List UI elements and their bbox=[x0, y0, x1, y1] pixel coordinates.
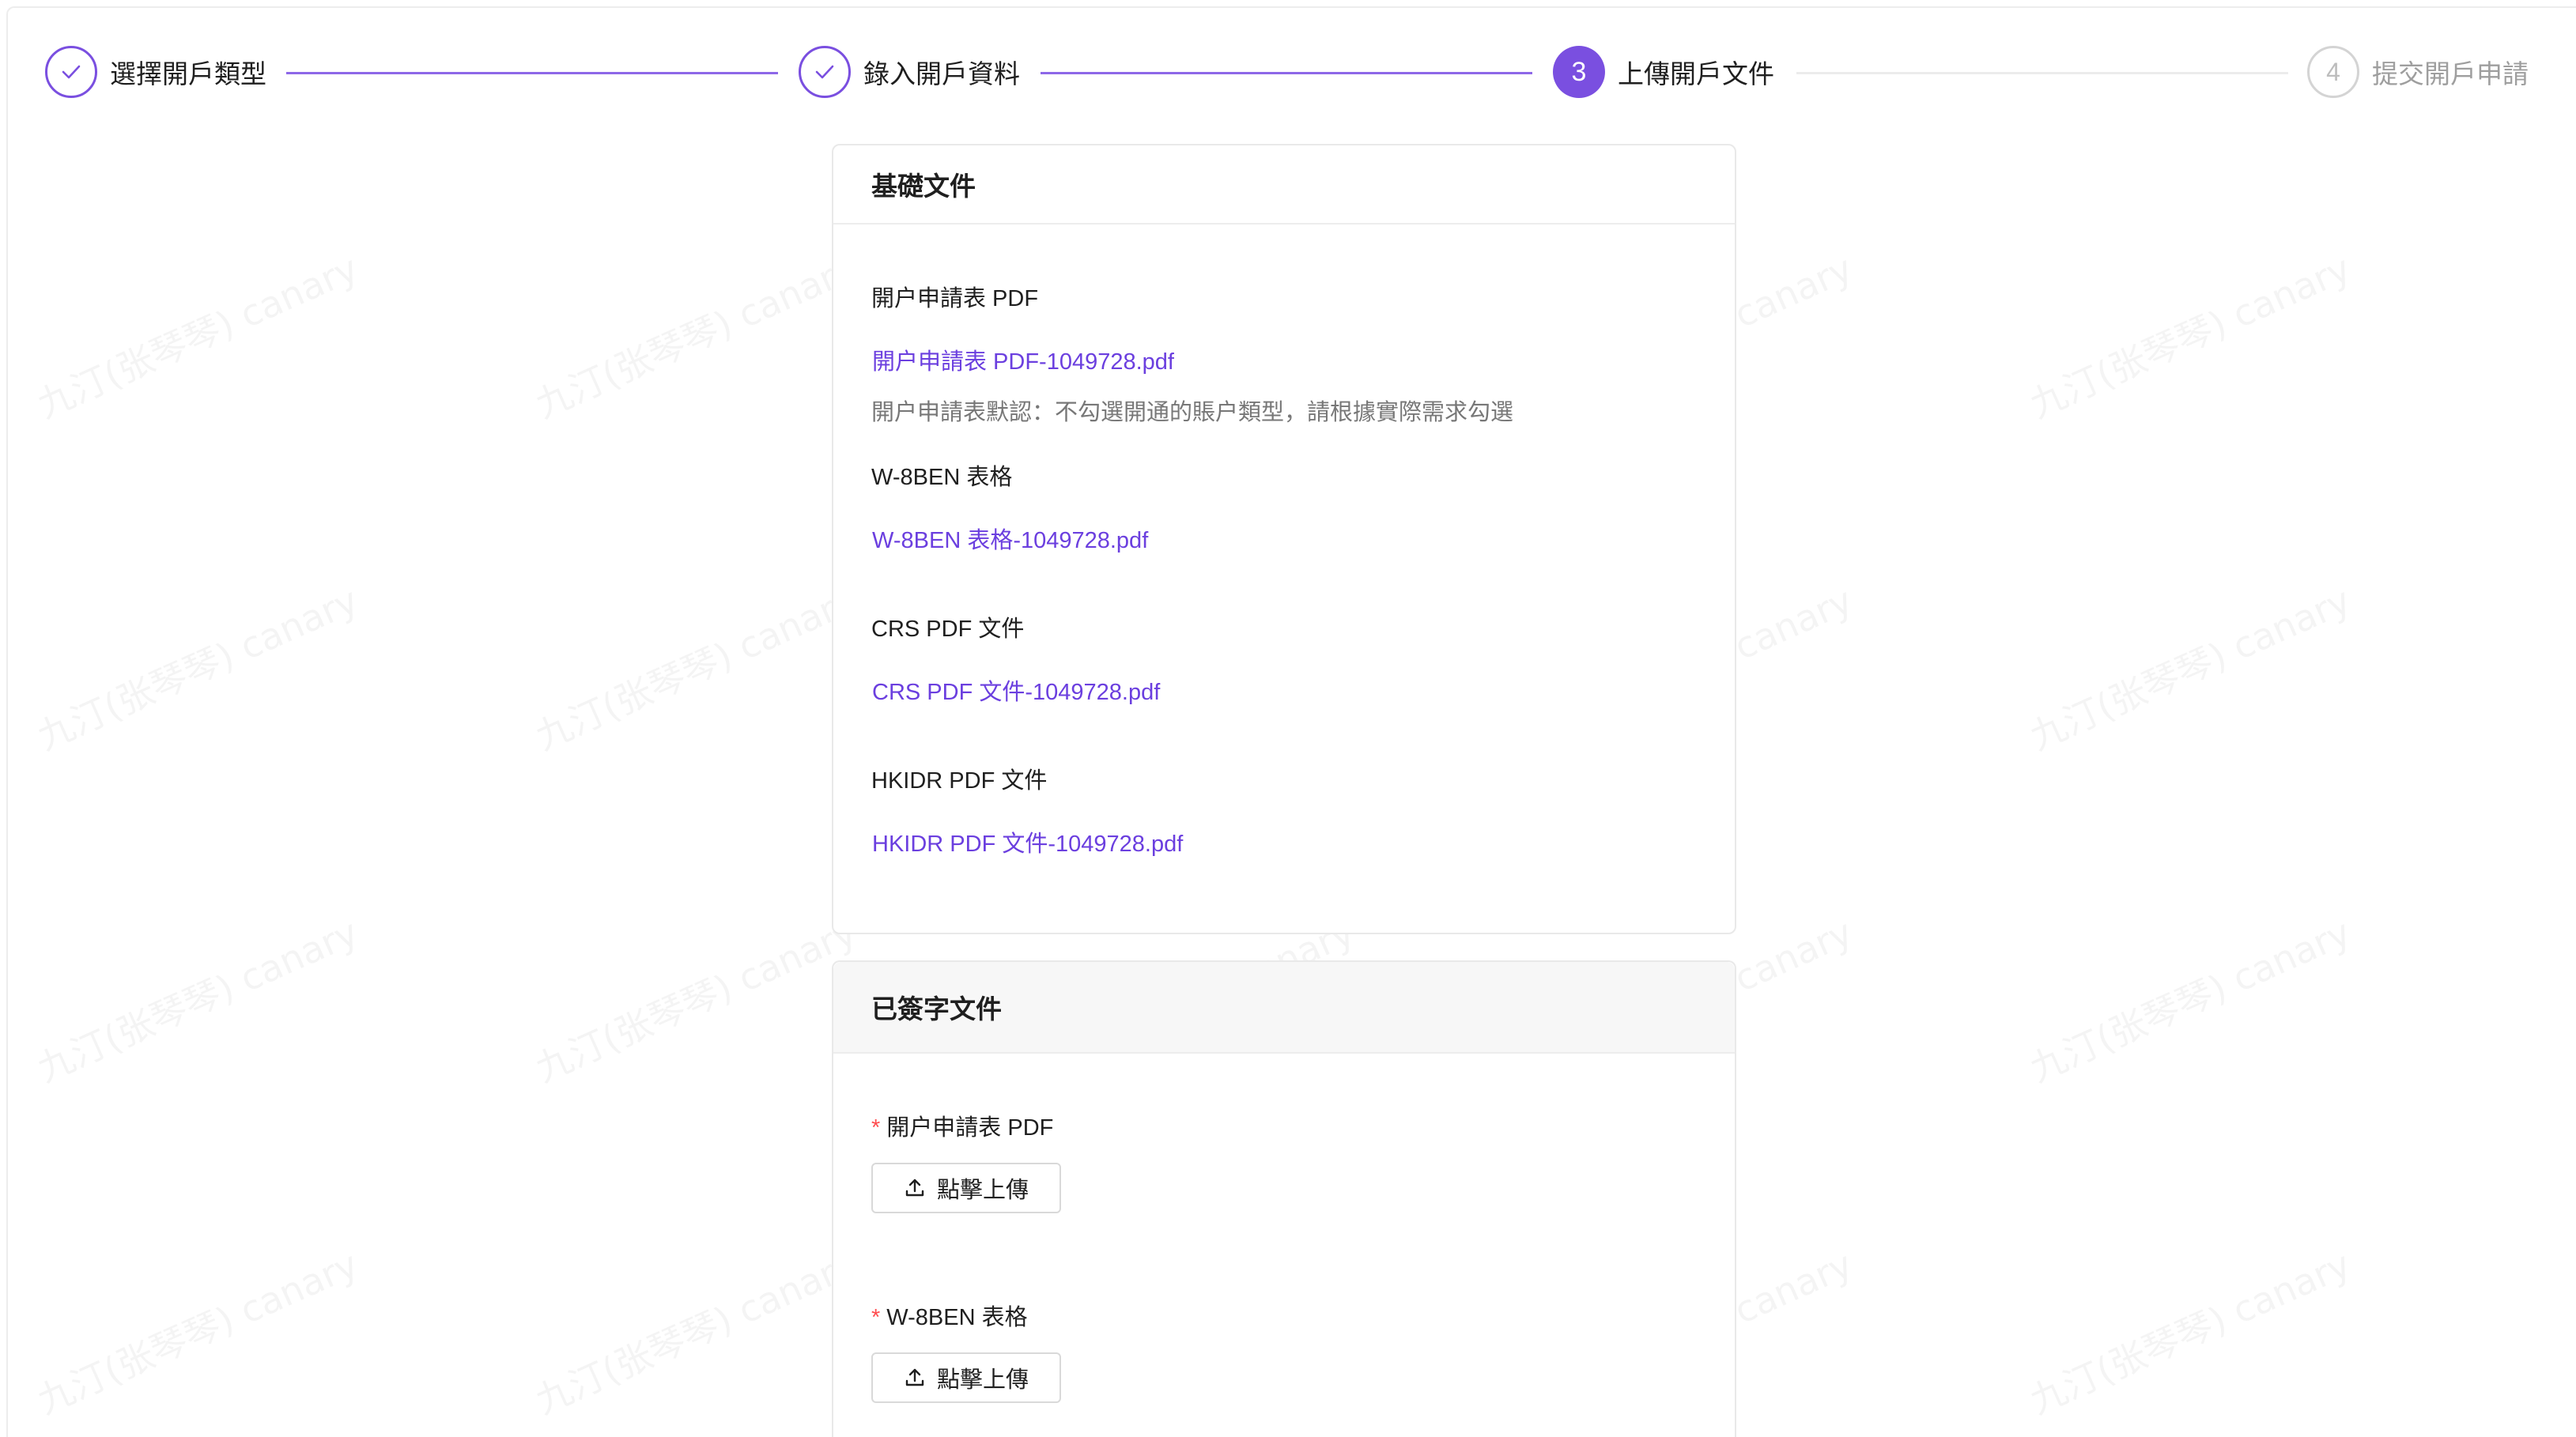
step-label: 提交開戶申請 bbox=[2372, 59, 2529, 89]
field-label-text: 開户申請表 PDF bbox=[886, 1115, 1054, 1141]
watermark-text: 九汀(张琴琴) canary bbox=[2020, 904, 2358, 1092]
watermark-text: 九汀(张琴琴) canary bbox=[2020, 1236, 2358, 1424]
watermark-text: 九汀(张琴琴) canary bbox=[526, 1236, 863, 1424]
upload-field-label: * 開户申請表 PDF bbox=[871, 1109, 1053, 1142]
watermark-text: 九汀(张琴琴) canary bbox=[2020, 572, 2358, 760]
step-label: 上傳開戶文件 bbox=[1618, 59, 1774, 89]
doc-label: HKIDR PDF 文件 bbox=[871, 768, 1048, 794]
watermark-text: 九汀(张琴琴) canary bbox=[2020, 240, 2358, 428]
watermark-text: 九汀(张琴琴) canary bbox=[526, 240, 863, 428]
doc-label: 開户申請表 PDF bbox=[871, 286, 1039, 311]
step-connector bbox=[1796, 72, 2288, 74]
step-submit-application[interactable]: 4 提交開戶申請 bbox=[2307, 44, 2529, 100]
card-title: 基礎文件 bbox=[833, 145, 1735, 224]
required-mark: * bbox=[871, 1115, 881, 1141]
step-select-account-type[interactable]: 選擇開戶類型 bbox=[45, 44, 266, 100]
field-label-text: W-8BEN 表格 bbox=[886, 1305, 1028, 1330]
upload-button[interactable]: 點擊上傳 bbox=[871, 1163, 1061, 1213]
watermark-text: 九汀(张琴琴) canary bbox=[28, 904, 365, 1092]
upload-icon bbox=[905, 1179, 924, 1197]
required-mark: * bbox=[871, 1305, 881, 1330]
progress-stepper: 選擇開戶類型 錄入開戶資料 3 上傳開戶文件 4 提交開戶申請 bbox=[8, 8, 2576, 134]
step-connector bbox=[1041, 72, 1532, 74]
upload-icon bbox=[905, 1368, 924, 1386]
download-link[interactable]: W-8BEN 表格-1049728.pdf bbox=[872, 522, 1148, 555]
step-connector bbox=[286, 72, 778, 74]
upload-button-label: 點擊上傳 bbox=[936, 1178, 1029, 1203]
download-link[interactable]: HKIDR PDF 文件-1049728.pdf bbox=[872, 825, 1183, 858]
doc-note: 開户申請表默認：不勾選開通的賬户類型，請根據實際需求勾選 bbox=[871, 400, 1514, 425]
signed-documents-card: 已簽字文件 * 開户申請表 PDF 點擊上傳 * W-8BEN 表格 點擊上傳 bbox=[832, 960, 1736, 1437]
watermark-text: 九汀(张琴琴) canary bbox=[28, 240, 365, 428]
step-label: 選擇開戶類型 bbox=[110, 59, 266, 89]
watermark-text: 九汀(张琴琴) canary bbox=[526, 572, 863, 760]
download-link[interactable]: CRS PDF 文件-1049728.pdf bbox=[872, 673, 1160, 707]
page-frame: 九汀(张琴琴) canary 九汀(张琴琴) canary 九汀(张琴琴) cana… bbox=[6, 6, 2576, 1437]
upload-field-label: * W-8BEN 表格 bbox=[871, 1299, 1028, 1332]
watermark-text: 九汀(张琴琴) canary bbox=[526, 904, 863, 1092]
check-icon bbox=[799, 46, 851, 98]
step-number-badge: 3 bbox=[1553, 46, 1605, 98]
basic-documents-card: 基礎文件 開户申請表 PDF 開户申請表 PDF-1049728.pdf 開户申… bbox=[832, 144, 1736, 934]
watermark-text: 九汀(张琴琴) canary bbox=[28, 1236, 365, 1424]
watermark-text: 九汀(张琴琴) canary bbox=[28, 572, 365, 760]
card-title: 已簽字文件 bbox=[833, 962, 1735, 1054]
step-enter-account-info[interactable]: 錄入開戶資料 bbox=[799, 44, 1020, 100]
step-upload-documents[interactable]: 3 上傳開戶文件 bbox=[1553, 44, 1774, 100]
download-link[interactable]: 開户申請表 PDF-1049728.pdf bbox=[872, 343, 1174, 376]
check-icon bbox=[45, 46, 97, 98]
step-number-badge: 4 bbox=[2307, 46, 2359, 98]
doc-label: W-8BEN 表格 bbox=[871, 465, 1013, 490]
upload-button-label: 點擊上傳 bbox=[936, 1367, 1029, 1393]
step-label: 錄入開戶資料 bbox=[863, 59, 1020, 89]
upload-button[interactable]: 點擊上傳 bbox=[871, 1352, 1061, 1403]
doc-label: CRS PDF 文件 bbox=[871, 617, 1025, 642]
